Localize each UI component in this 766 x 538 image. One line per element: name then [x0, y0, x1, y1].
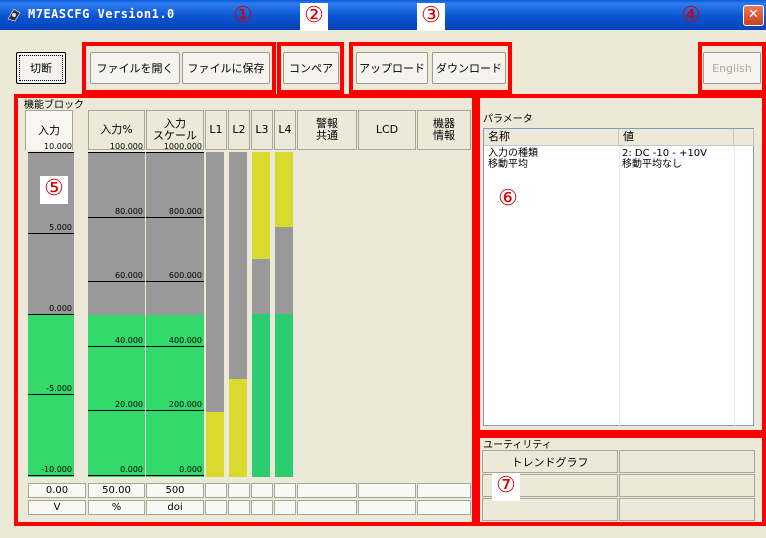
column-header-spacer [734, 129, 754, 146]
parameters-label: パラメータ [481, 110, 535, 125]
l1-bar [206, 152, 224, 477]
l1-unit [205, 500, 227, 515]
device-unit [417, 500, 471, 515]
column-header-name[interactable]: 名称 [484, 129, 619, 146]
marker-3: ③ [417, 3, 445, 31]
l4-bar [275, 152, 293, 477]
input-percent-value: 50.00 [88, 483, 145, 498]
marker-4: ④ [681, 3, 701, 28]
l4-value [274, 483, 296, 498]
alarm-unit [297, 500, 357, 515]
utility-slot-4 [619, 474, 755, 497]
param-name-input-type[interactable]: 入力の種類 [488, 148, 538, 159]
marker-5: ⑤ [40, 176, 68, 204]
marker-6: ⑥ [494, 186, 522, 214]
close-button[interactable]: ✕ [743, 5, 764, 26]
lcd-unit [358, 500, 416, 515]
tab-lcd[interactable]: LCD [358, 110, 416, 150]
tab-l4[interactable]: L4 [274, 110, 296, 150]
l3-value [251, 483, 273, 498]
input-scale-bar-lower [146, 315, 204, 477]
tab-l1[interactable]: L1 [205, 110, 227, 150]
utility-slot-6 [619, 498, 755, 521]
input-scale-value: 500 [146, 483, 204, 498]
window-title: M7EASCFG Version1.0 [28, 7, 175, 21]
open-file-button[interactable]: ファイルを開く [90, 52, 180, 84]
input-bar-lower [28, 315, 74, 477]
input-scale-bar-upper [146, 152, 204, 315]
marker-2: ② [300, 3, 328, 31]
l3-bar-top [252, 152, 270, 259]
l1-value [205, 483, 227, 498]
alarm-value [297, 483, 357, 498]
compare-button[interactable]: コンペア [283, 52, 339, 84]
input-value: 0.00 [28, 483, 86, 498]
gear-app-icon [7, 8, 21, 22]
l2-bar [229, 152, 247, 477]
column-header-value[interactable]: 値 [619, 129, 734, 146]
utility-label: ユーティリティ [481, 436, 554, 451]
tab-input-percent[interactable]: 入力% [88, 110, 145, 150]
parameter-list[interactable]: 名称 値 入力の種類 2: DC -10 - +10V 移動平均 移動平均なし [483, 128, 754, 426]
param-name-moving-average[interactable]: 移動平均 [488, 159, 528, 170]
save-file-button[interactable]: ファイルに保存 [182, 52, 270, 84]
l2-bar-fill [229, 379, 247, 477]
l4-bar-fill [275, 314, 293, 477]
disconnect-button[interactable]: 切断 [16, 52, 66, 84]
tab-input-scale[interactable]: 入力 スケール [146, 110, 204, 150]
l4-bar-top [275, 152, 293, 227]
l2-value [228, 483, 250, 498]
tab-l2[interactable]: L2 [228, 110, 250, 150]
marker-1: ① [233, 3, 253, 28]
l3-bar [252, 152, 270, 477]
trend-graph-button[interactable]: トレンドグラフ [482, 450, 618, 473]
tab-l3[interactable]: L3 [251, 110, 273, 150]
lcd-value [358, 483, 416, 498]
function-block-label: 機能ブロック [22, 96, 86, 111]
tab-device-info[interactable]: 機器 情報 [417, 110, 471, 150]
l3-unit [251, 500, 273, 515]
l3-bar-fill [252, 314, 270, 477]
marker-7: ⑦ [492, 473, 520, 501]
input-scale-unit: doi [146, 500, 204, 515]
l2-unit [228, 500, 250, 515]
param-value-moving-average[interactable]: 移動平均なし [622, 159, 682, 170]
l1-bar-fill [206, 412, 224, 477]
grid-line [734, 146, 735, 426]
input-percent-bar-lower [88, 315, 145, 477]
input-percent-bar [88, 152, 145, 477]
tab-alarm-common[interactable]: 警報 共通 [297, 110, 357, 150]
input-unit: V [28, 500, 86, 515]
device-value [417, 483, 471, 498]
upload-button[interactable]: アップロード [356, 52, 428, 84]
utility-slot-2 [619, 450, 755, 473]
download-button[interactable]: ダウンロード [432, 52, 506, 84]
input-percent-bar-upper [88, 152, 145, 315]
input-percent-unit: % [88, 500, 145, 515]
utility-slot-5 [482, 498, 618, 521]
grid-line [619, 146, 620, 426]
tab-input[interactable]: 入力 [25, 110, 73, 150]
l4-unit [274, 500, 296, 515]
param-value-input-type[interactable]: 2: DC -10 - +10V [622, 148, 707, 159]
english-button[interactable]: English [703, 52, 761, 84]
input-scale-bar [146, 152, 204, 477]
